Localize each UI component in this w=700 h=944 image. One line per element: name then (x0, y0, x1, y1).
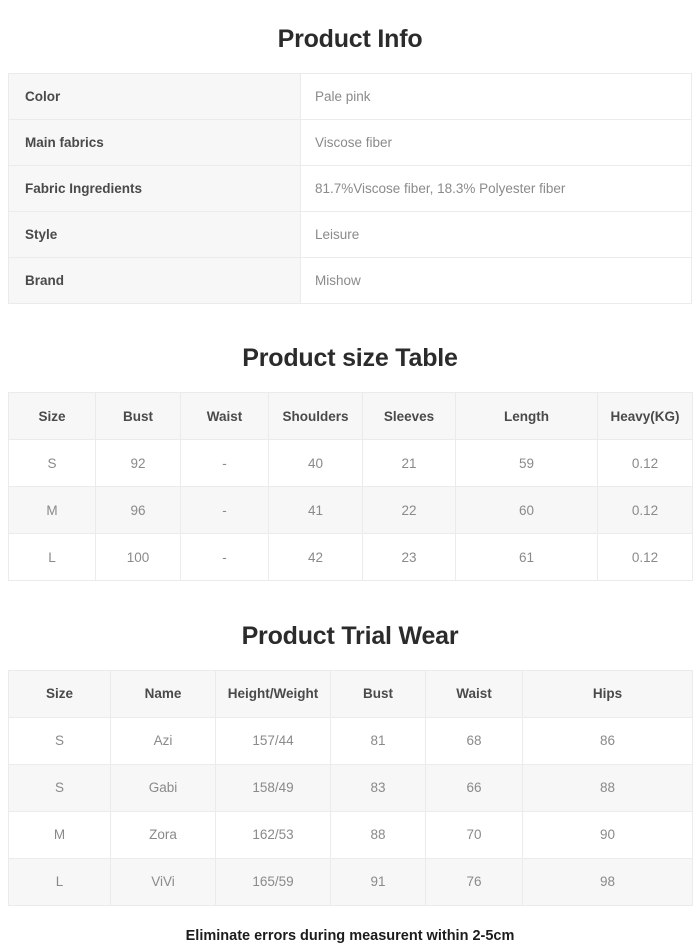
trial-wear-title: Product Trial Wear (241, 621, 459, 650)
table-row: Color Pale pink (8, 72, 692, 120)
trial-cell: 83 (330, 763, 426, 812)
trial-cell: L (8, 857, 111, 906)
trial-table-head: Size Name Height/Weight Bust Waist Hips (8, 669, 693, 718)
size-header-waist: Waist (180, 392, 269, 440)
info-label-brand: Brand (8, 256, 301, 304)
trial-cell: M (8, 810, 111, 859)
info-value-style: Leisure (300, 210, 692, 258)
trial-cell: 157/44 (215, 716, 331, 765)
table-row: S 92 - 40 21 59 0.12 (8, 439, 693, 487)
table-header-row: Size Name Height/Weight Bust Waist Hips (8, 669, 693, 718)
trial-header-height-weight: Height/Weight (215, 669, 331, 718)
table-row: S Azi 157/44 81 68 86 (8, 716, 693, 765)
size-header-bust: Bust (95, 392, 181, 440)
size-cell: 40 (268, 439, 363, 487)
info-value-fabric-ingredients: 81.7%Viscose fiber, 18.3% Polyester fibe… (300, 164, 692, 212)
trial-cell: ViVi (110, 857, 216, 906)
trial-header-size: Size (8, 669, 111, 718)
trial-cell: Azi (110, 716, 216, 765)
size-cell: 0.12 (597, 533, 693, 581)
product-trial-wear-table: Size Name Height/Weight Bust Waist Hips … (8, 669, 693, 906)
trial-cell: 86 (522, 716, 693, 765)
size-cell: 41 (268, 486, 363, 534)
product-detail-page: Product Info Color Pale pink Main fabric… (0, 21, 700, 944)
trial-cell: 91 (330, 857, 426, 906)
product-info-title: Product Info (277, 24, 423, 53)
info-label-color: Color (8, 72, 301, 120)
size-table-title: Product size Table (242, 344, 458, 373)
size-cell: 22 (362, 486, 456, 534)
table-row: L 100 - 42 23 61 0.12 (8, 533, 693, 581)
trial-cell: 76 (425, 857, 523, 906)
trial-header-bust: Bust (330, 669, 426, 718)
trial-cell: 68 (425, 716, 523, 765)
trial-cell: S (8, 763, 111, 812)
size-cell: L (8, 533, 96, 581)
trial-cell: 88 (330, 810, 426, 859)
trial-cell: 90 (522, 810, 693, 859)
info-label-style: Style (8, 210, 301, 258)
size-cell: - (180, 486, 269, 534)
product-info-table: Color Pale pink Main fabrics Viscose fib… (8, 72, 692, 304)
table-row: S Gabi 158/49 83 66 88 (8, 763, 693, 812)
size-header-heavy: Heavy(KG) (597, 392, 693, 440)
info-label-main-fabrics: Main fabrics (8, 118, 301, 166)
info-label-fabric-ingredients: Fabric Ingredients (8, 164, 301, 212)
table-row: M 96 - 41 22 60 0.12 (8, 486, 693, 534)
info-value-brand: Mishow (300, 256, 692, 304)
size-table-head: Size Bust Waist Shoulders Sleeves Length… (8, 392, 693, 440)
table-row: Brand Mishow (8, 256, 692, 304)
size-cell: 59 (455, 439, 598, 487)
table-row: Fabric Ingredients 81.7%Viscose fiber, 1… (8, 164, 692, 212)
trial-cell: 81 (330, 716, 426, 765)
product-size-table: Size Bust Waist Shoulders Sleeves Length… (8, 392, 693, 581)
table-row: Main fabrics Viscose fiber (8, 118, 692, 166)
trial-cell: 98 (522, 857, 693, 906)
size-cell: S (8, 439, 96, 487)
size-cell: M (8, 486, 96, 534)
trial-cell: 165/59 (215, 857, 331, 906)
size-cell: 96 (95, 486, 181, 534)
measurement-disclaimer: Eliminate errors during measurent within… (185, 927, 515, 944)
size-cell: 23 (362, 533, 456, 581)
size-cell: 0.12 (597, 439, 693, 487)
info-value-main-fabrics: Viscose fiber (300, 118, 692, 166)
table-row: M Zora 162/53 88 70 90 (8, 810, 693, 859)
size-header-size: Size (8, 392, 96, 440)
size-cell: 0.12 (597, 486, 693, 534)
size-header-shoulders: Shoulders (268, 392, 363, 440)
size-cell: 100 (95, 533, 181, 581)
trial-header-waist: Waist (425, 669, 523, 718)
trial-cell: S (8, 716, 111, 765)
table-row: L ViVi 165/59 91 76 98 (8, 857, 693, 906)
size-cell: - (180, 533, 269, 581)
trial-cell: Zora (110, 810, 216, 859)
size-table-body: S 92 - 40 21 59 0.12 M 96 - 41 22 60 0.1… (8, 439, 693, 581)
size-cell: - (180, 439, 269, 487)
trial-cell: 162/53 (215, 810, 331, 859)
info-value-color: Pale pink (300, 72, 692, 120)
trial-cell: 70 (425, 810, 523, 859)
trial-header-name: Name (110, 669, 216, 718)
size-cell: 92 (95, 439, 181, 487)
trial-table-body: S Azi 157/44 81 68 86 S Gabi 158/49 83 6… (8, 716, 693, 906)
size-cell: 60 (455, 486, 598, 534)
trial-cell: 88 (522, 763, 693, 812)
size-cell: 61 (455, 533, 598, 581)
size-header-sleeves: Sleeves (362, 392, 456, 440)
size-header-length: Length (455, 392, 598, 440)
trial-cell: 66 (425, 763, 523, 812)
trial-cell: Gabi (110, 763, 216, 812)
trial-cell: 158/49 (215, 763, 331, 812)
trial-header-hips: Hips (522, 669, 693, 718)
size-cell: 21 (362, 439, 456, 487)
table-row: Style Leisure (8, 210, 692, 258)
table-header-row: Size Bust Waist Shoulders Sleeves Length… (8, 392, 693, 440)
size-cell: 42 (268, 533, 363, 581)
product-info-body: Color Pale pink Main fabrics Viscose fib… (8, 72, 692, 304)
